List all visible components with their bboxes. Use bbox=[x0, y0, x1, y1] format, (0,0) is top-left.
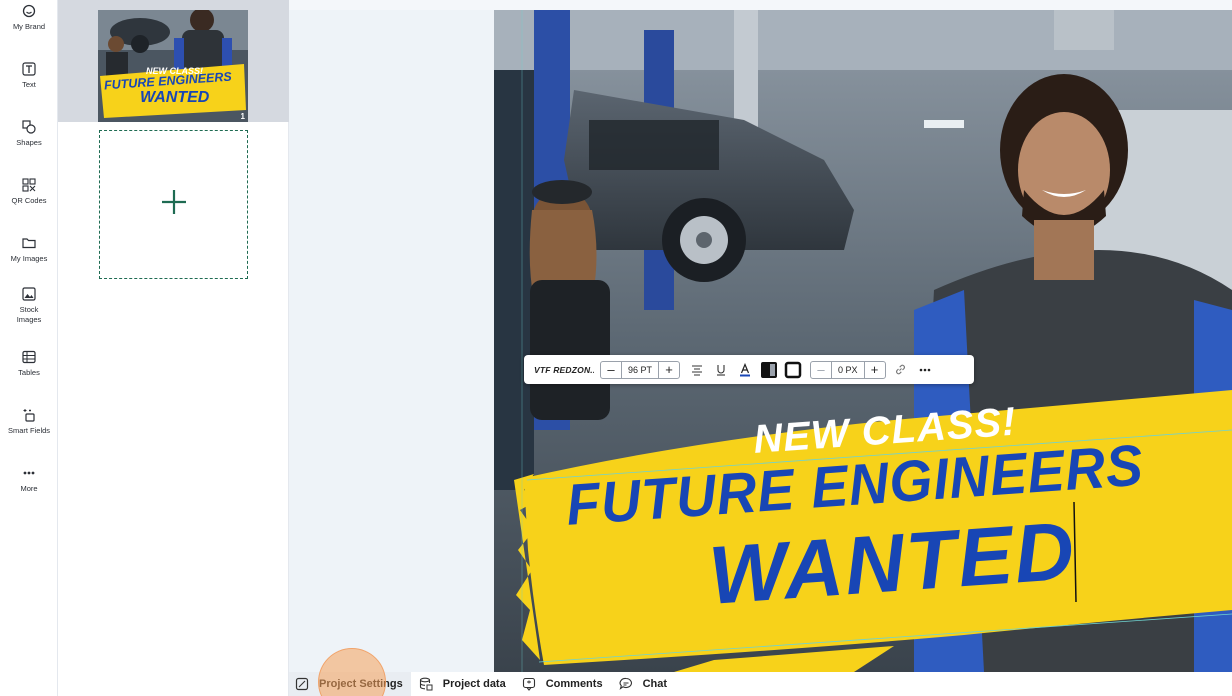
text-color-icon[interactable] bbox=[734, 360, 756, 380]
database-icon bbox=[419, 677, 438, 691]
chat-button[interactable]: Chat bbox=[611, 672, 675, 696]
tool-stock-images[interactable]: Stock Images bbox=[0, 285, 58, 325]
decrease-font-size-button[interactable]: – bbox=[601, 362, 621, 378]
chat-icon bbox=[619, 677, 638, 691]
tool-more[interactable]: More bbox=[0, 464, 58, 494]
add-page-button[interactable] bbox=[99, 130, 248, 279]
tool-rail: My Brand Text Shapes QR Codes My Images bbox=[0, 0, 58, 696]
page-thumbnail-selected[interactable]: NEW CLASS! FUTURE ENGINEERS WANTED 1 bbox=[58, 0, 289, 122]
tool-tables[interactable]: Tables bbox=[0, 348, 58, 378]
tool-label: More bbox=[20, 484, 38, 493]
shapes-icon bbox=[20, 118, 38, 136]
font-size-value[interactable]: 96 PT bbox=[621, 361, 660, 378]
increase-spacing-button[interactable]: + bbox=[865, 362, 885, 378]
comments-button[interactable]: Comments bbox=[514, 672, 611, 696]
design-canvas[interactable]: NEW CLASS! FUTURE ENGINEERS WANTED bbox=[494, 10, 1232, 672]
editor-app: My Brand Text Shapes QR Codes My Images bbox=[0, 0, 1232, 696]
comment-icon bbox=[522, 677, 541, 691]
decrease-spacing-button[interactable]: – bbox=[811, 362, 831, 378]
settings-icon bbox=[295, 677, 314, 691]
pages-panel: NEW CLASS! FUTURE ENGINEERS WANTED 1 bbox=[58, 0, 289, 696]
plus-icon bbox=[160, 188, 188, 221]
table-icon bbox=[20, 348, 38, 366]
tool-label: My Brand bbox=[12, 22, 46, 31]
project-settings-button[interactable]: Project Settings bbox=[289, 672, 411, 696]
bottom-bar: Project Settings Project data Comments C… bbox=[289, 672, 1232, 696]
increase-font-size-button[interactable]: + bbox=[659, 362, 679, 378]
text-toolbar: VTF REDZON... – 96 PT + – 0 PX + bbox=[524, 355, 974, 384]
stroke-color-icon[interactable] bbox=[782, 360, 804, 380]
folder-icon bbox=[20, 234, 38, 252]
comments-label: Comments bbox=[545, 678, 603, 690]
project-data-label: Project data bbox=[442, 678, 506, 690]
tool-label: Shapes bbox=[16, 138, 42, 147]
tool-label: Tables bbox=[18, 368, 40, 377]
font-family-select[interactable]: VTF REDZON... bbox=[534, 365, 594, 375]
tool-smart-fields[interactable]: Smart Fields bbox=[0, 406, 58, 436]
brand-icon bbox=[20, 2, 38, 20]
highlight-color-icon[interactable] bbox=[758, 360, 780, 380]
tool-label: Stock Images bbox=[16, 305, 42, 324]
more-dots-icon bbox=[20, 464, 38, 482]
chat-label: Chat bbox=[642, 678, 668, 690]
qr-code-icon bbox=[20, 176, 38, 194]
thumbnail-line3: WANTED bbox=[140, 89, 210, 106]
text-icon bbox=[20, 60, 38, 78]
smart-fields-icon bbox=[20, 406, 38, 424]
image-icon bbox=[20, 285, 38, 303]
font-size-stepper: – 96 PT + bbox=[600, 360, 681, 379]
tool-qr-codes[interactable]: QR Codes bbox=[0, 176, 58, 206]
tool-label: Smart Fields bbox=[7, 426, 51, 435]
link-icon[interactable] bbox=[890, 360, 912, 380]
align-center-icon[interactable] bbox=[686, 360, 708, 380]
project-settings-label: Project Settings bbox=[319, 678, 403, 690]
tool-text[interactable]: Text bbox=[0, 60, 58, 90]
top-strip bbox=[289, 0, 1232, 10]
tool-my-images[interactable]: My Images bbox=[0, 234, 58, 264]
letter-spacing-stepper: – 0 PX + bbox=[810, 360, 886, 379]
tool-shapes[interactable]: Shapes bbox=[0, 118, 58, 148]
letter-spacing-value[interactable]: 0 PX bbox=[831, 361, 865, 378]
tool-label: My Images bbox=[10, 254, 48, 263]
tool-label: QR Codes bbox=[11, 196, 47, 205]
tool-my-brand[interactable]: My Brand bbox=[0, 2, 58, 32]
page-thumbnail[interactable]: NEW CLASS! FUTURE ENGINEERS WANTED 1 bbox=[98, 10, 248, 122]
tool-label: Text bbox=[22, 80, 36, 89]
more-options-icon[interactable] bbox=[914, 360, 936, 380]
page-number: 1 bbox=[240, 112, 245, 121]
underline-icon[interactable] bbox=[710, 360, 732, 380]
project-data-button[interactable]: Project data bbox=[411, 672, 514, 696]
